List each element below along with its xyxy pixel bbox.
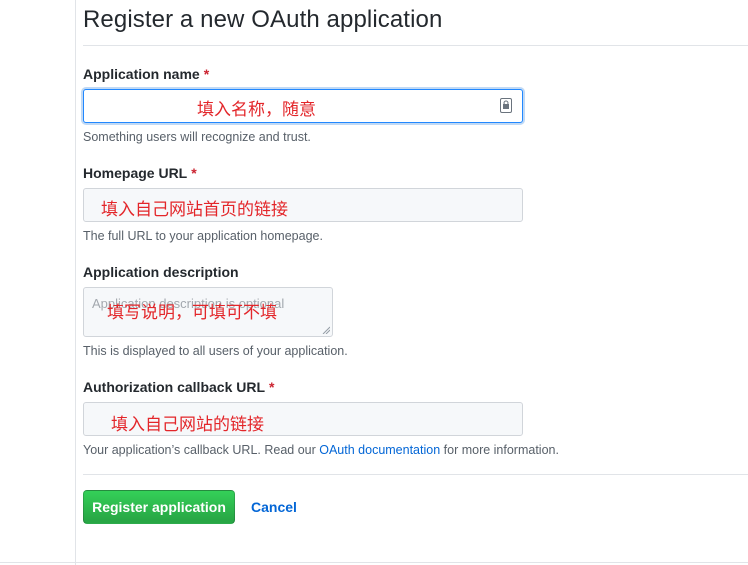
title-divider [83, 45, 748, 46]
page-frame: Register a new OAuth application Applica… [0, 0, 748, 565]
cancel-link[interactable]: Cancel [251, 499, 297, 515]
app-name-label: Application name * [83, 66, 209, 82]
homepage-label-text: Homepage URL [83, 165, 188, 181]
register-application-button[interactable]: Register application [83, 490, 235, 524]
resize-grip-icon[interactable] [322, 326, 330, 334]
description-label: Application description [83, 264, 239, 280]
oauth-documentation-link[interactable]: OAuth documentation [319, 443, 440, 457]
app-name-label-text: Application name [83, 66, 200, 82]
homepage-help: The full URL to your application homepag… [83, 229, 323, 243]
callback-label-text: Authorization callback URL [83, 379, 266, 395]
required-marker: * [191, 165, 197, 181]
callback-label: Authorization callback URL * [83, 379, 274, 395]
left-border [75, 0, 76, 565]
callback-annotation: 填入自己网站的链接 [111, 415, 264, 435]
callback-help-prefix: Your application’s callback URL. Read ou… [83, 443, 320, 457]
description-help: This is displayed to all users of your a… [83, 344, 348, 358]
required-marker: * [269, 379, 275, 395]
callback-help: Your application’s callback URL. Read ou… [83, 443, 559, 457]
app-name-help: Something users will recognize and trust… [83, 130, 311, 144]
description-annotation: 填写说明，可填可不填 [107, 303, 277, 323]
homepage-annotation: 填入自己网站首页的链接 [101, 200, 288, 220]
password-manager-icon[interactable] [500, 98, 512, 113]
callback-help-suffix: for more information. [440, 443, 559, 457]
bottom-border [0, 562, 748, 563]
required-marker: * [203, 66, 210, 82]
homepage-label: Homepage URL * [83, 165, 197, 181]
form-divider [83, 474, 748, 475]
page-title: Register a new OAuth application [83, 6, 443, 33]
app-name-annotation: 填入名称，随意 [197, 100, 316, 120]
